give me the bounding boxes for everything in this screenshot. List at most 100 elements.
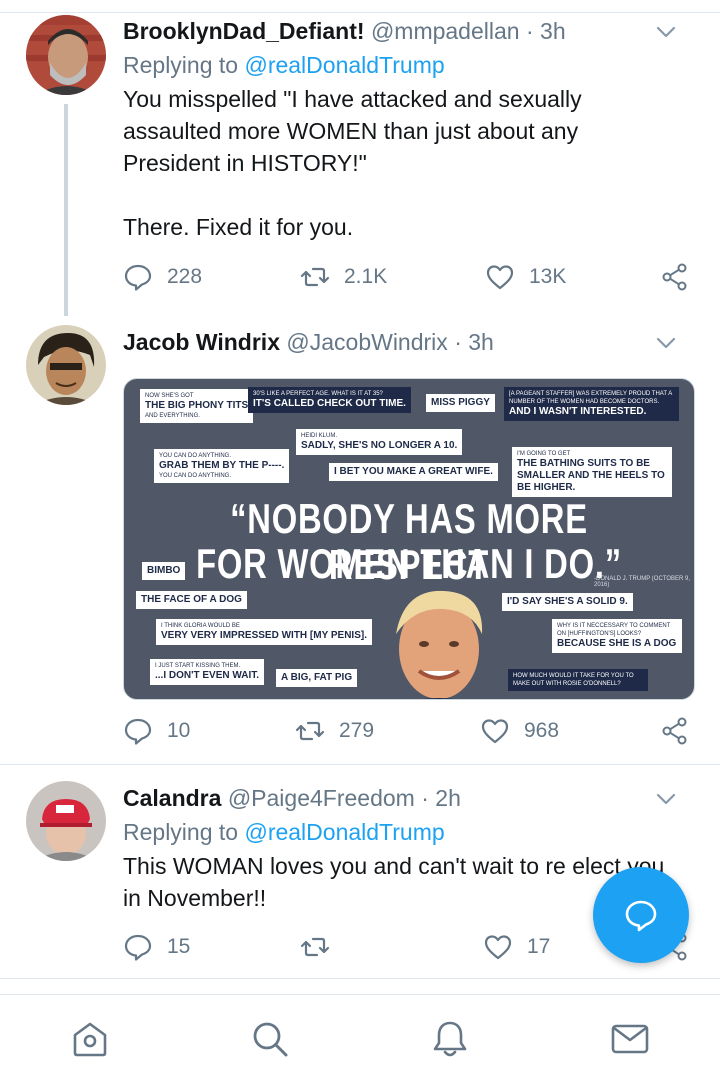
mention-link[interactable]: @realDonaldTrump [244, 52, 444, 78]
caption-small-text: YOU CAN DO ANYTHING. [159, 453, 232, 459]
avatar[interactable] [26, 781, 106, 861]
image-caption-card: HEIDI KLUM. SADLY, SHE'S NO LONGER A 10. [296, 429, 463, 455]
chevron-down-icon[interactable] [654, 331, 678, 355]
image-caption-card: WHY IS IT NECCESSARY TO COMMENT ON [HUFF… [552, 619, 682, 653]
caption-main-text: I BET YOU MAKE A GREAT WIFE. [334, 466, 493, 477]
caption-main-text: THE BATHING SUITS TO BE SMALLER AND THE … [517, 458, 665, 493]
thread-line [64, 104, 68, 316]
image-caption-card: I JUST START KISSING THEM. ...I DON'T EV… [150, 659, 265, 685]
caption-main-text: A BIG, FAT PIG [281, 672, 353, 683]
image-caption-card: I'D SAY SHE'S A SOLID 9. [502, 593, 633, 611]
like-count: 17 [527, 935, 551, 958]
avatar[interactable] [26, 15, 106, 95]
retweet-icon [295, 721, 325, 741]
reply-count: 228 [167, 265, 203, 288]
tweet-image[interactable]: NOW SHE'S GOT THE BIG PHONY TITS AND EVE… [123, 378, 695, 700]
caption-small-text: HEIDI KLUM. [301, 433, 338, 439]
retweet-icon [300, 267, 330, 287]
reply-button[interactable]: 10 [123, 711, 190, 751]
reply-button[interactable]: 228 [123, 257, 202, 297]
tweet-text: You misspelled "I have attacked and sexu… [123, 83, 700, 243]
timestamp[interactable]: 2h [435, 785, 461, 811]
nav-search[interactable] [250, 1019, 290, 1059]
tweet-header: Jacob Windrix @JacobWindrix · 3h [123, 327, 700, 357]
like-button[interactable]: 13K [485, 257, 566, 297]
notifications-icon [433, 1021, 467, 1057]
heart-icon [481, 719, 509, 744]
image-caption-card: HOW MUCH WOULD IT TAKE FOR YOU TO MAKE O… [508, 669, 648, 691]
separator: · [421, 785, 429, 811]
handle[interactable]: @Paige4Freedom [228, 785, 415, 811]
reply-count: 15 [167, 935, 191, 958]
tweet-text-line: President in HISTORY!" [123, 150, 367, 176]
caption-small-text: NOW SHE'S GOT [145, 393, 194, 399]
like-count: 968 [524, 719, 560, 742]
heart-icon [484, 935, 512, 960]
nav-home[interactable] [70, 1019, 110, 1059]
image-caption-card: NOW SHE'S GOT THE BIG PHONY TITS AND EVE… [140, 389, 254, 423]
image-caption-card: 30'S LIKE A PERFECT AGE. WHAT IS IT AT 3… [248, 387, 411, 413]
like-count: 13K [529, 265, 567, 288]
timestamp[interactable]: 3h [540, 18, 566, 44]
retweet-count: 279 [339, 719, 375, 742]
image-caption-card: I THINK GLORIA WOULD BE VERY VERY IMPRES… [156, 619, 372, 645]
replying-to-label: Replying to [123, 819, 239, 845]
nav-messages[interactable] [610, 1019, 650, 1059]
action-bar: 10 279 968 [123, 711, 700, 751]
caption-small-text: [A PAGEANT STAFFER] WAS EXTREMELY PROUD … [509, 391, 672, 405]
caption-small-text: 30'S LIKE A PERFECT AGE. WHAT IS IT AT 3… [253, 391, 383, 397]
retweet-button[interactable] [300, 927, 344, 967]
caption-main-text: ...I DON'T EVEN WAIT. [155, 670, 260, 681]
compose-reply-button[interactable] [593, 867, 689, 963]
bottom-nav [0, 994, 720, 1084]
caption-small-text: I JUST START KISSING THEM. [155, 663, 241, 669]
retweet-button[interactable]: 2.1K [300, 257, 387, 297]
reply-icon [124, 934, 152, 961]
reply-button[interactable]: 15 [123, 927, 190, 967]
handle[interactable]: @mmpadellan [371, 18, 520, 44]
caption-small-text: AND EVERYTHING. [145, 413, 200, 419]
nav-notifications[interactable] [430, 1019, 470, 1059]
share-icon[interactable] [660, 716, 690, 746]
image-caption-card: A BIG, FAT PIG [276, 669, 358, 687]
display-name[interactable]: BrooklynDad_Defiant! [123, 18, 365, 44]
caption-main-text: THE FACE OF A DOG [141, 594, 242, 605]
image-caption-card: MISS PIGGY [426, 394, 495, 412]
chevron-down-icon[interactable] [654, 20, 678, 44]
caption-small-text: HOW MUCH WOULD IT TAKE FOR YOU TO MAKE O… [513, 673, 634, 687]
separator: · [454, 329, 462, 355]
caption-main-text: IT'S CALLED CHECK OUT TIME. [253, 398, 406, 409]
avatar[interactable] [26, 325, 106, 405]
display-name[interactable]: Calandra [123, 785, 221, 811]
handle[interactable]: @JacobWindrix [286, 329, 447, 355]
tweet-text-line: You misspelled "I have attacked and sexu… [123, 86, 582, 112]
share-icon[interactable] [660, 262, 690, 292]
tweet-header: BrooklynDad_Defiant! @mmpadellan · 3h [123, 16, 700, 46]
image-caption-card: I BET YOU MAKE A GREAT WIFE. [329, 463, 498, 481]
tweet-header: Calandra @Paige4Freedom · 2h [123, 783, 700, 813]
tweet-text-line: assaulted more WOMEN than just about any [123, 118, 579, 144]
caption-main-text: MISS PIGGY [431, 397, 490, 408]
image-attribution: -DONALD J. TRUMP (OCTOBER 9, 2016) [594, 576, 691, 588]
image-caption-card: [A PAGEANT STAFFER] WAS EXTREMELY PROUD … [504, 387, 679, 421]
chevron-down-icon[interactable] [654, 787, 678, 811]
action-bar: 228 2.1K 13K [123, 257, 700, 297]
display-name[interactable]: Jacob Windrix [123, 329, 280, 355]
retweet-icon [300, 937, 330, 957]
caption-main-text: BIMBO [147, 565, 181, 576]
like-button[interactable]: 968 [480, 711, 559, 751]
timestamp[interactable]: 3h [468, 329, 494, 355]
retweet-button[interactable]: 279 [295, 711, 374, 751]
caption-main-text: VERY VERY IMPRESSED WITH [MY PENIS]. [161, 630, 367, 641]
like-button[interactable]: 17 [483, 927, 550, 967]
portrait-illustration [396, 590, 483, 699]
image-caption-card: BIMBO [142, 562, 186, 580]
mention-link[interactable]: @realDonaldTrump [244, 819, 444, 845]
caption-main-text: GRAB THEM BY THE P----. [159, 460, 285, 471]
tweet-divider [0, 978, 720, 979]
reply-count: 10 [167, 719, 191, 742]
tweet-text-line: There. Fixed it for you. [123, 214, 354, 240]
reply-icon [124, 718, 152, 745]
replying-to: Replying to @realDonaldTrump [123, 816, 700, 848]
heart-icon [486, 265, 514, 290]
